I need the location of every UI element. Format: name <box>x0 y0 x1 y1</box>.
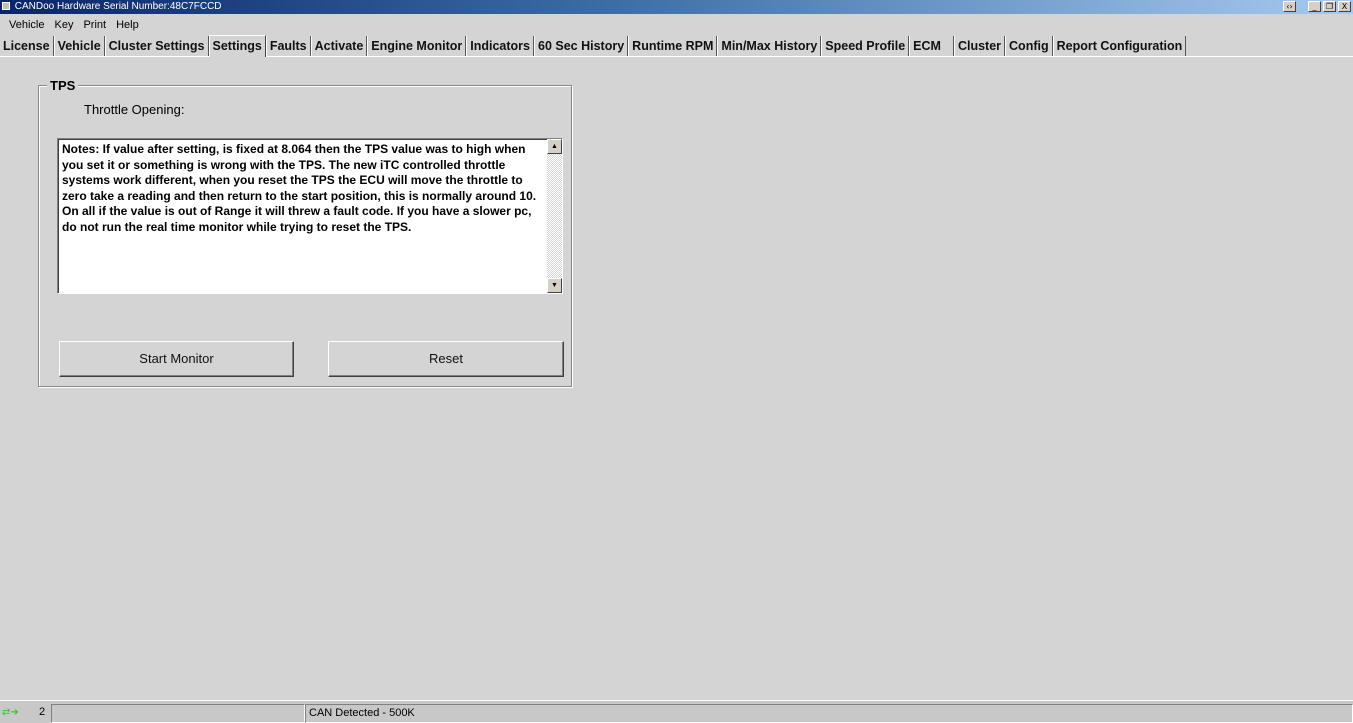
app-icon <box>2 2 10 10</box>
tab-report-configuration[interactable]: Report Configuration <box>1052 36 1187 56</box>
tab-license[interactable]: License <box>0 36 54 56</box>
tab-cluster[interactable]: Cluster <box>953 36 1006 56</box>
menu-key[interactable]: Key <box>49 15 78 35</box>
tab-faults[interactable]: Faults <box>265 36 311 56</box>
connection-arrows-icon: ⇄➜ <box>2 707 19 718</box>
restore-button[interactable]: ❐ <box>1323 1 1336 12</box>
scroll-up-icon[interactable]: ▲ <box>547 139 562 154</box>
tab-vehicle[interactable]: Vehicle <box>53 36 105 56</box>
status-panel-empty <box>51 704 305 723</box>
tab-indicators[interactable]: Indicators <box>466 36 534 56</box>
tab-config[interactable]: Config <box>1005 36 1053 56</box>
status-bar: ⇄➜ 2 CAN Detected - 500K <box>0 700 1353 723</box>
throttle-opening-label: Throttle Opening: <box>84 102 185 117</box>
tps-group: TPS Throttle Opening: Notes: If value af… <box>38 78 572 387</box>
status-count: 2 <box>39 706 46 718</box>
tab-runtime-rpm[interactable]: Runtime RPM <box>628 36 718 56</box>
menu-help[interactable]: Help <box>111 15 144 35</box>
tab-engine-monitor[interactable]: Engine Monitor <box>367 36 467 56</box>
tab-60-sec-history[interactable]: 60 Sec History <box>534 36 629 56</box>
notes-textarea[interactable]: Notes: If value after setting, is fixed … <box>57 138 563 294</box>
menu-bar: Vehicle Key Print Help <box>0 15 1353 35</box>
reset-button[interactable]: Reset <box>328 341 564 377</box>
connection-status: CAN Detected - 500K <box>305 704 1353 723</box>
tab-ecm[interactable]: ECM <box>909 36 954 56</box>
resize-toggle-button[interactable]: ‹› <box>1283 1 1296 12</box>
notes-scrollbar[interactable]: ▲ ▼ <box>547 139 562 293</box>
tab-speed-profile[interactable]: Speed Profile <box>821 36 910 56</box>
menu-print[interactable]: Print <box>78 15 111 35</box>
tab-settings[interactable]: Settings <box>208 35 266 57</box>
title-bar: CANDoo Hardware Serial Number:48C7FCCD ‹… <box>0 0 1353 14</box>
menu-vehicle[interactable]: Vehicle <box>4 15 49 35</box>
tab-min-max-history[interactable]: Min/Max History <box>717 36 822 56</box>
close-button[interactable]: X <box>1338 1 1351 12</box>
notes-text: Notes: If value after setting, is fixed … <box>62 142 537 234</box>
tps-group-title: TPS <box>47 78 79 93</box>
tab-cluster-settings[interactable]: Cluster Settings <box>104 36 209 56</box>
tab-activate[interactable]: Activate <box>310 36 368 56</box>
start-monitor-button[interactable]: Start Monitor <box>59 341 294 377</box>
tab-bar: License Vehicle Cluster Settings Setting… <box>0 35 1353 57</box>
minimize-button[interactable]: _ <box>1308 1 1321 12</box>
window-title: CANDoo Hardware Serial Number:48C7FCCD <box>14 1 222 12</box>
scroll-down-icon[interactable]: ▼ <box>547 278 562 293</box>
